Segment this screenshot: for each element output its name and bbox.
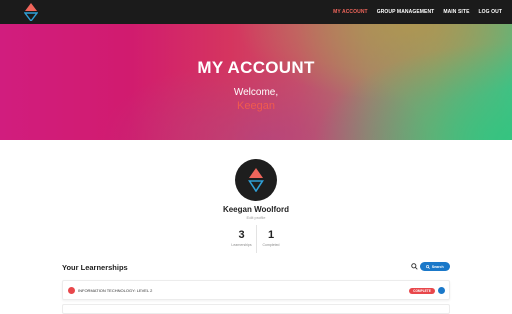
nav-main-site[interactable]: MAIN SITE [443, 9, 469, 15]
avatar [235, 159, 277, 201]
hero-banner: MY ACCOUNT Welcome, Keegan [0, 24, 512, 140]
stat-value: 1 [267, 229, 275, 241]
nav-log-out[interactable]: LOG OUT [479, 9, 502, 15]
nav-group-management[interactable]: GROUP MANAGEMENT [377, 9, 435, 15]
learnership-title: INFORMATION TECHNOLOGY: LEVEL 2 [78, 288, 153, 293]
stat-learnerships: 3 Learnerships [227, 225, 256, 253]
welcome-text: Welcome, [233, 87, 279, 98]
profile-name: Keegan Woolford [222, 205, 290, 214]
stat-label: Completed [262, 243, 280, 247]
status-badge: COMPLETE [409, 288, 435, 294]
welcome-name: Keegan [237, 100, 275, 112]
nav-my-account[interactable]: MY ACCOUNT [333, 9, 368, 15]
learnership-card[interactable]: INFORMATION TECHNOLOGY: LEVEL 2 COMPLETE [62, 280, 450, 300]
page-title: MY ACCOUNT [197, 58, 315, 77]
check-icon [68, 287, 75, 299]
chevron-down-icon[interactable] [438, 287, 445, 298]
stat-value: 3 [238, 229, 245, 241]
search-button-label: Search [431, 264, 444, 269]
learnership-card[interactable] [62, 304, 450, 314]
stats-panel: 3 Learnerships 1 Completed [227, 225, 285, 253]
search-button[interactable]: Search [420, 262, 450, 271]
edit-profile-link[interactable]: Edit profile [0, 215, 512, 220]
stat-label: Learnerships [231, 243, 252, 247]
search-icon[interactable] [411, 263, 418, 270]
learnerships-heading: Your Learnerships [62, 263, 128, 272]
logo-icon[interactable] [24, 3, 38, 21]
stat-completed: 1 Completed [256, 225, 285, 253]
top-navbar: MY ACCOUNT GROUP MANAGEMENT MAIN SITE LO… [0, 0, 512, 24]
logo-avatar-icon [248, 168, 264, 192]
nav-links: MY ACCOUNT GROUP MANAGEMENT MAIN SITE LO… [333, 0, 502, 24]
search-icon [426, 264, 431, 269]
